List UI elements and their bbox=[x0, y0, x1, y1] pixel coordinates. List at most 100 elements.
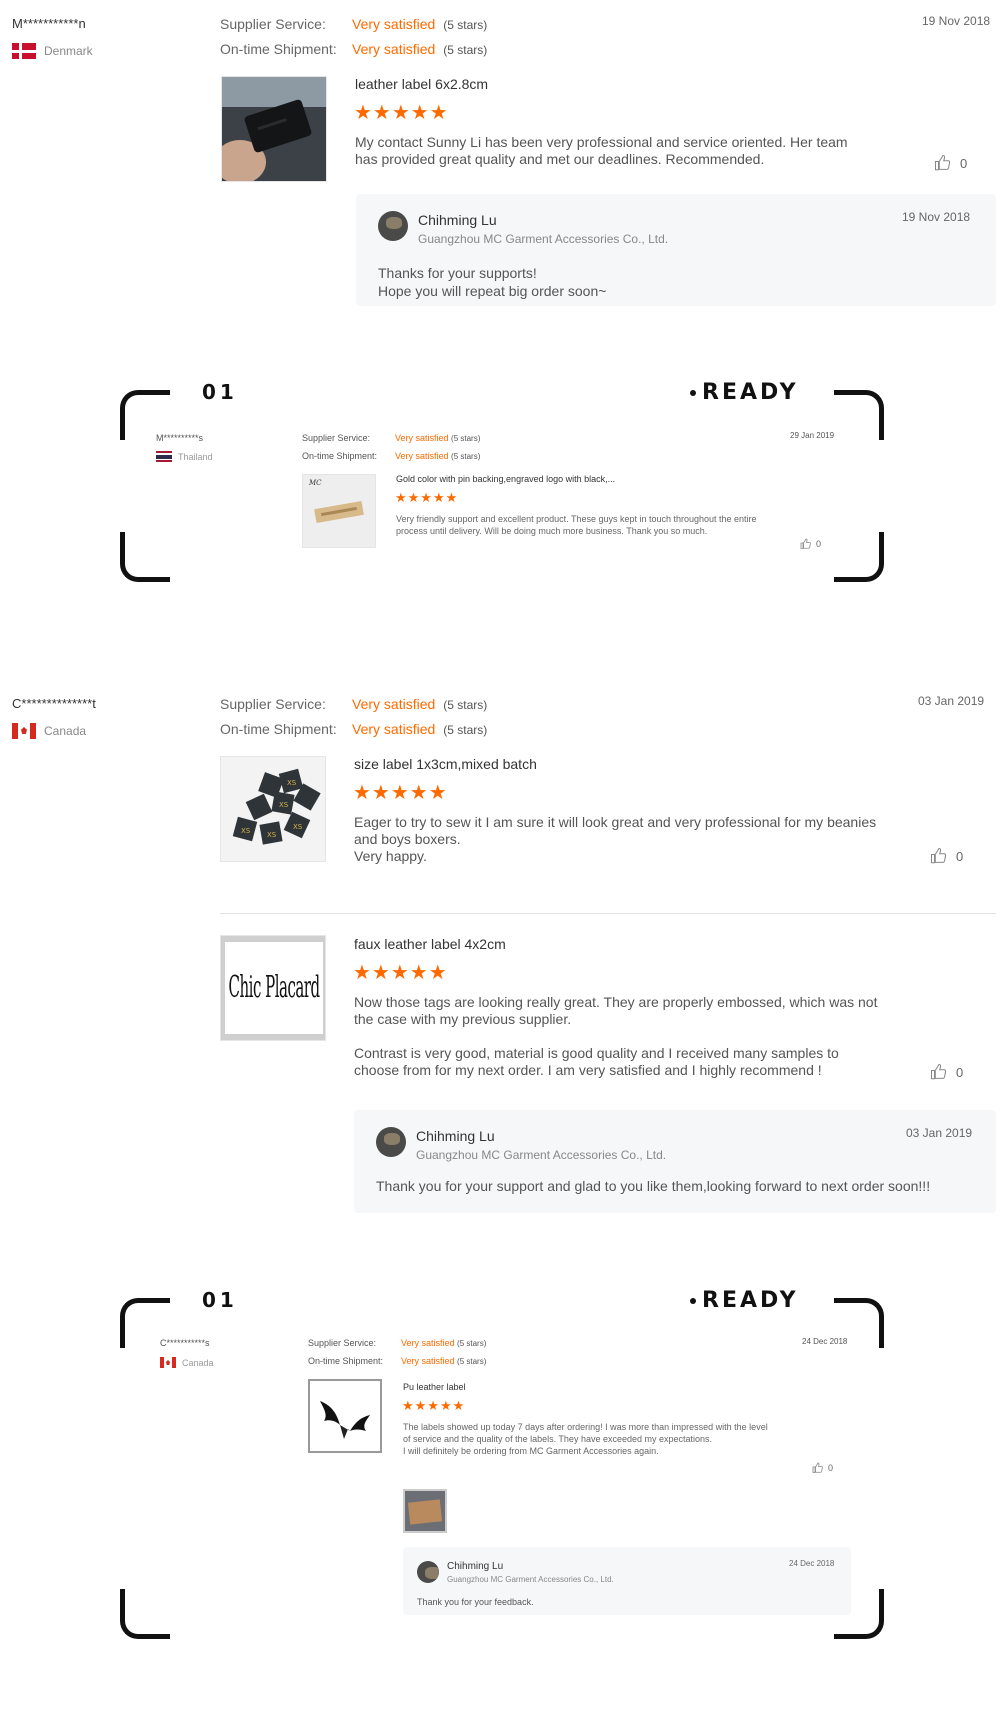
supplier-service-rating: Supplier Service: Very satisfied (5 stars… bbox=[302, 433, 480, 443]
star-rating: ★★★★★ bbox=[353, 782, 448, 804]
review-photo-thumbnail[interactable] bbox=[403, 1489, 447, 1533]
frame-label-left: 01 bbox=[202, 380, 238, 404]
product-title[interactable]: Pu leather label bbox=[403, 1382, 466, 1392]
rating-label: On-time Shipment: bbox=[302, 451, 378, 461]
review-text: Now those tags are looking really great.… bbox=[354, 994, 878, 1078]
svg-text:XS: XS bbox=[293, 823, 303, 831]
like-button[interactable]: 0 bbox=[812, 1462, 833, 1474]
flag-canada-icon bbox=[160, 1357, 176, 1368]
reviewer-name: C***********s bbox=[160, 1338, 210, 1348]
frame-label-left: 01 bbox=[202, 1288, 238, 1312]
rating-stars-text: (5 stars) bbox=[451, 434, 481, 443]
leather-label-image bbox=[222, 77, 326, 181]
rating-value: Very satisfied bbox=[401, 1338, 455, 1348]
rating-stars-text: (5 stars) bbox=[443, 723, 488, 737]
size-labels-image: XS XS XS XS XS bbox=[221, 757, 325, 861]
frame-label-right-text: READY bbox=[702, 1288, 799, 1313]
reply-text: Thank you for your support and glad to y… bbox=[376, 1178, 931, 1194]
rating-label: Supplier Service: bbox=[220, 696, 326, 712]
product-title[interactable]: size label 1x3cm,mixed batch bbox=[354, 756, 537, 772]
supplier-reply: Chihming Lu Guangzhou MC Garment Accesso… bbox=[403, 1547, 851, 1615]
inset-frame bbox=[120, 390, 884, 582]
rating-value: Very satisfied bbox=[352, 16, 436, 32]
reply-company: Guangzhou MC Garment Accessories Co., Lt… bbox=[416, 1148, 667, 1162]
star-rating: ★★★★★ bbox=[395, 490, 459, 505]
shipment-rating: On-time Shipment: Very satisfied (5 stars… bbox=[308, 1356, 486, 1366]
rating-value: Very satisfied bbox=[352, 696, 436, 712]
product-thumbnail[interactable] bbox=[221, 76, 327, 182]
like-button[interactable]: 0 bbox=[930, 847, 963, 865]
divider bbox=[220, 913, 996, 914]
frame-label-right: READY bbox=[690, 1288, 799, 1313]
product-title[interactable]: Gold color with pin backing,engraved log… bbox=[396, 474, 615, 484]
rating-value: Very satisfied bbox=[395, 433, 449, 443]
reviewer-name: C**************t bbox=[12, 696, 96, 711]
rating-label: Supplier Service: bbox=[220, 16, 326, 32]
review-date: 29 Jan 2019 bbox=[790, 431, 835, 440]
review-date: 24 Dec 2018 bbox=[802, 1337, 848, 1346]
frame-corner bbox=[834, 390, 884, 440]
svg-text:XS: XS bbox=[267, 831, 277, 839]
reply-text: Thanks for your supports! Hope you will … bbox=[378, 265, 607, 299]
frame-corner bbox=[834, 532, 884, 582]
leather-photo-image bbox=[405, 1491, 445, 1531]
product-thumbnail[interactable]: MC bbox=[302, 474, 376, 548]
country-label: Canada bbox=[44, 724, 87, 738]
product-image-text: Chic Placard bbox=[228, 970, 320, 1005]
dot-icon bbox=[690, 390, 696, 396]
avatar bbox=[376, 1127, 406, 1157]
like-button[interactable]: 0 bbox=[934, 154, 967, 172]
like-button[interactable]: 0 bbox=[800, 538, 821, 550]
rating-label: On-time Shipment: bbox=[308, 1356, 384, 1366]
review-date: 03 Jan 2019 bbox=[918, 694, 985, 708]
like-count: 0 bbox=[816, 539, 822, 549]
product-title[interactable]: leather label 6x2.8cm bbox=[355, 76, 488, 92]
like-count: 0 bbox=[956, 848, 964, 864]
svg-text:XS: XS bbox=[287, 779, 297, 787]
avatar bbox=[417, 1561, 439, 1583]
rating-label: Supplier Service: bbox=[302, 433, 371, 443]
thumbs-up-icon bbox=[800, 538, 811, 549]
rating-stars-text: (5 stars) bbox=[451, 452, 481, 461]
review-text: Eager to try to sew it I am sure it will… bbox=[354, 814, 877, 864]
wings-logo-image bbox=[310, 1381, 380, 1451]
reviewer-name: M**********s bbox=[156, 433, 204, 443]
reply-author: Chihming Lu bbox=[416, 1128, 495, 1144]
flag-canada-icon bbox=[12, 723, 36, 739]
reply-date: 24 Dec 2018 bbox=[789, 1559, 835, 1568]
rating-value: Very satisfied bbox=[401, 1356, 455, 1366]
svg-text:XS: XS bbox=[279, 801, 289, 809]
frame-corner bbox=[120, 1589, 170, 1639]
rating-stars-text: (5 stars) bbox=[443, 698, 488, 712]
reviewer-country: Thailand bbox=[156, 451, 213, 462]
like-count: 0 bbox=[828, 1463, 834, 1473]
thumbs-up-icon bbox=[930, 1063, 947, 1080]
rating-stars-text: (5 stars) bbox=[457, 1339, 487, 1348]
like-count: 0 bbox=[960, 155, 968, 171]
star-rating: ★★★★★ bbox=[402, 1398, 466, 1413]
like-button[interactable]: 0 bbox=[930, 1063, 963, 1081]
rating-stars-text: (5 stars) bbox=[443, 18, 488, 32]
supplier-reply: Chihming Lu Guangzhou MC Garment Accesso… bbox=[354, 1110, 996, 1213]
product-title[interactable]: faux leather label 4x2cm bbox=[354, 936, 506, 952]
flag-thailand-icon bbox=[156, 451, 172, 462]
product-thumbnail[interactable]: XS XS XS XS XS bbox=[220, 756, 326, 862]
supplier-service-rating: Supplier Service: Very satisfied (5 star… bbox=[220, 16, 487, 32]
star-rating: ★★★★★ bbox=[354, 102, 449, 124]
rating-label: Supplier Service: bbox=[308, 1338, 377, 1348]
thumbs-up-icon bbox=[934, 154, 951, 171]
frame-corner bbox=[120, 532, 170, 582]
review-text: My contact Sunny Li has been very profes… bbox=[355, 134, 848, 167]
shipment-rating: On-time Shipment: Very satisfied (5 star… bbox=[220, 41, 487, 57]
review-card: C**************t Canada Supplier Service… bbox=[0, 680, 1000, 1220]
shipment-rating: On-time Shipment: Very satisfied (5 stars… bbox=[302, 451, 480, 461]
product-thumbnail[interactable] bbox=[308, 1379, 382, 1453]
rating-label: On-time Shipment: bbox=[220, 721, 337, 737]
flag-denmark-icon bbox=[12, 43, 36, 59]
review-card: M***********n Denmark Supplier Service: … bbox=[0, 0, 1000, 306]
supplier-service-rating: Supplier Service: Very satisfied (5 star… bbox=[220, 696, 487, 712]
product-thumbnail[interactable]: Chic Placard bbox=[220, 935, 326, 1041]
review-date: 19 Nov 2018 bbox=[922, 14, 991, 28]
dot-icon bbox=[690, 1298, 696, 1304]
rating-stars-text: (5 stars) bbox=[443, 43, 488, 57]
